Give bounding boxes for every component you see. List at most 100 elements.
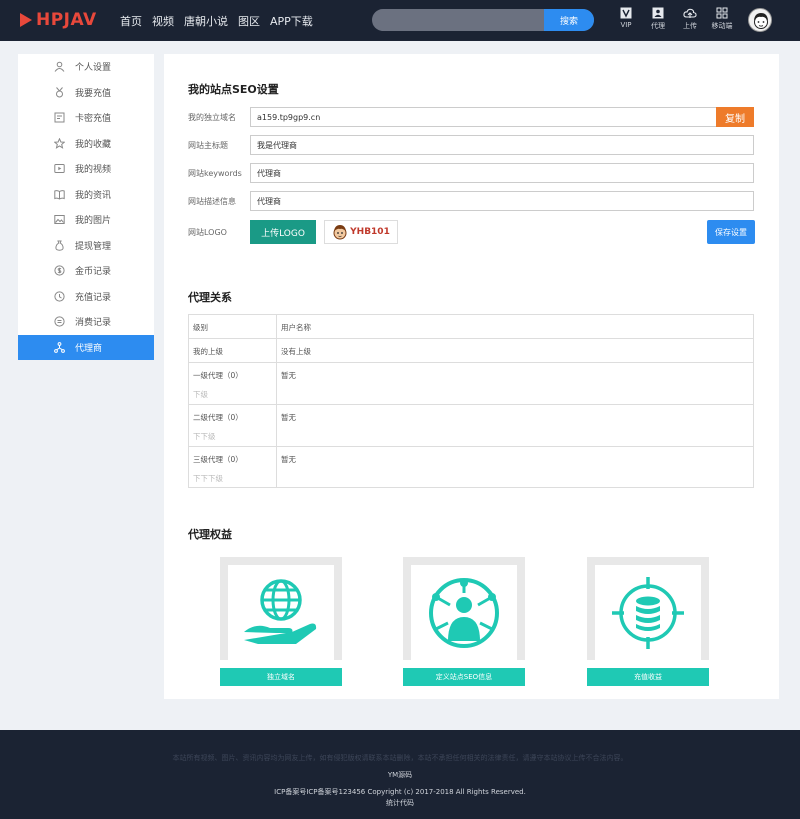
agency-table: 级别 用户名称 我的上级 没有上级 一级代理（0） 下级 暂无 二级代理（0） 下下… bbox=[188, 314, 754, 488]
search-bar: 搜索 bbox=[372, 9, 594, 31]
table-cell-level: 二级代理（0） 下下级 bbox=[188, 404, 277, 447]
image-icon bbox=[54, 215, 65, 225]
star-icon bbox=[54, 137, 65, 149]
avatar[interactable] bbox=[748, 8, 772, 32]
agency-section-title: 代理关系 bbox=[188, 291, 232, 304]
benefit-image-frame bbox=[587, 557, 709, 660]
benefit-label: 充值收益 bbox=[587, 668, 709, 686]
sidebar-item-withdraw[interactable]: 提现管理 bbox=[18, 233, 154, 259]
upload-cloud-icon bbox=[683, 8, 697, 18]
footer-brand[interactable]: YM源码 bbox=[0, 770, 800, 780]
main-nav: 首页 视频 唐朝小说 图区 APP下载 bbox=[120, 13, 313, 29]
header-upload[interactable]: 上传 bbox=[677, 7, 703, 31]
header-mobile-label: 移动端 bbox=[711, 22, 733, 30]
sidebar-item-favorites[interactable]: 我的收藏 bbox=[18, 131, 154, 157]
sidebar-item-my-news[interactable]: 我的资讯 bbox=[18, 182, 154, 208]
sidebar: 个人设置 我要充值 卡密充值 我的收藏 我的视频 我的资讯 我的图片 提现管理 … bbox=[18, 54, 154, 360]
description-row: 网站描述信息 bbox=[188, 191, 754, 211]
header-vip[interactable]: VIP bbox=[613, 7, 639, 31]
book-icon bbox=[54, 189, 65, 200]
seo-section-title: 我的站点SEO设置 bbox=[188, 83, 279, 96]
receipt-icon bbox=[54, 316, 65, 327]
table-cell-level: 一级代理（0） 下级 bbox=[188, 362, 277, 405]
mascot-icon bbox=[333, 225, 347, 240]
nav-app-download[interactable]: APP下载 bbox=[270, 13, 313, 29]
main-panel: 我的站点SEO设置 我的独立域名 复制 网站主标题 网站keywords 网站描… bbox=[164, 54, 779, 699]
upload-logo-button[interactable]: 上传LOGO bbox=[250, 220, 316, 244]
table-cell-sub[interactable]: 下下级 bbox=[193, 431, 272, 442]
copy-button[interactable]: 复制 bbox=[716, 107, 754, 127]
keywords-input[interactable] bbox=[250, 163, 754, 183]
sidebar-item-recharge[interactable]: 我要充值 bbox=[18, 80, 154, 106]
sidebar-item-label: 个人设置 bbox=[75, 63, 112, 74]
sidebar-item-label: 我的资讯 bbox=[75, 190, 112, 201]
database-target-icon bbox=[612, 576, 684, 649]
globe-hand-icon bbox=[244, 578, 317, 644]
sidebar-item-label: 我的图片 bbox=[75, 216, 112, 227]
table-cell-sub[interactable]: 下级 bbox=[193, 389, 272, 400]
table-cell-value: 暂无 bbox=[276, 404, 754, 447]
description-input[interactable] bbox=[250, 191, 754, 211]
grid-icon bbox=[716, 7, 728, 19]
benefit-image bbox=[595, 565, 701, 660]
sidebar-item-recharge-records[interactable]: 充值记录 bbox=[18, 284, 154, 310]
table-cell-value: 没有上级 bbox=[276, 338, 754, 363]
keywords-row: 网站keywords bbox=[188, 163, 754, 183]
save-settings-button[interactable]: 保存设置 bbox=[707, 220, 755, 244]
benefit-image bbox=[411, 565, 517, 660]
domain-label: 我的独立域名 bbox=[188, 113, 236, 122]
avatar-face-icon bbox=[754, 13, 768, 29]
nav-videos[interactable]: 视频 bbox=[152, 13, 174, 29]
sidebar-item-my-images[interactable]: 我的图片 bbox=[18, 207, 154, 233]
footer-stats: 统计代码 bbox=[386, 799, 414, 807]
header-agent[interactable]: 代理 bbox=[645, 7, 671, 31]
sidebar-item-label: 代理商 bbox=[75, 343, 103, 354]
nav-gallery[interactable]: 图区 bbox=[238, 13, 260, 29]
table-cell-sub[interactable]: 下下下级 bbox=[193, 473, 272, 484]
domain-input[interactable] bbox=[250, 107, 754, 127]
sidebar-item-label: 卡密充值 bbox=[75, 114, 112, 125]
table-cell-level: 三级代理（0） 下下下级 bbox=[188, 446, 277, 488]
benefit-image bbox=[228, 565, 334, 660]
sidebar-item-label: 我的视频 bbox=[75, 165, 112, 176]
header-vip-label: VIP bbox=[620, 21, 632, 29]
search-button[interactable]: 搜索 bbox=[544, 9, 594, 31]
table-row: 我的上级 没有上级 bbox=[188, 338, 754, 363]
medal-icon bbox=[56, 86, 63, 98]
sidebar-item-agent[interactable]: 代理商 bbox=[18, 334, 154, 360]
table-cell-value: 暂无 bbox=[276, 446, 754, 488]
table-cell-level: 我的上级 bbox=[188, 338, 277, 363]
logo-text: HPJAV bbox=[36, 10, 97, 30]
top-header: HPJAV 首页 视频 唐朝小说 图区 APP下载 搜索 VIP 代理 上传 移… bbox=[0, 0, 800, 41]
site-title-label: 网站主标题 bbox=[188, 141, 228, 150]
vip-icon bbox=[620, 7, 632, 19]
table-header-row: 级别 用户名称 bbox=[188, 314, 754, 339]
footer-disclaimer: 本站所有视频、图片、资讯内容均为网友上传，如有侵犯版权请联系本站删除，本站不承担… bbox=[172, 754, 628, 762]
table-cell-value: 暂无 bbox=[276, 362, 754, 405]
sidebar-item-personal-settings[interactable]: 个人设置 bbox=[18, 54, 154, 80]
site-logo[interactable]: HPJAV bbox=[20, 10, 97, 30]
footer-copyright: ICP备案号ICP备案号123456 Copyright (c) 2017-20… bbox=[274, 788, 526, 796]
table-header-username: 用户名称 bbox=[276, 314, 754, 339]
footer: 本站所有视频、图片、资讯内容均为网友上传，如有侵犯版权请联系本站删除，本站不承担… bbox=[0, 730, 800, 819]
benefit-image-frame bbox=[220, 557, 342, 660]
header-mobile[interactable]: 移动端 bbox=[709, 7, 735, 31]
sidebar-item-label: 消费记录 bbox=[75, 318, 112, 329]
logo-preview: YHB101 bbox=[324, 220, 398, 244]
table-header-level: 级别 bbox=[188, 314, 277, 339]
site-title-input[interactable] bbox=[250, 135, 754, 155]
sidebar-item-card-recharge[interactable]: 卡密充值 bbox=[18, 105, 154, 131]
keywords-label: 网站keywords bbox=[188, 169, 242, 178]
money-bag-icon bbox=[55, 240, 64, 251]
nav-home[interactable]: 首页 bbox=[120, 13, 142, 29]
sidebar-item-coin-records[interactable]: 金币记录 bbox=[18, 258, 154, 284]
search-input[interactable] bbox=[372, 9, 544, 31]
sidebar-item-my-videos[interactable]: 我的视频 bbox=[18, 156, 154, 182]
sidebar-item-label: 提现管理 bbox=[75, 241, 112, 252]
logo-play-icon bbox=[20, 13, 32, 27]
header-upload-label: 上传 bbox=[683, 22, 697, 30]
sidebar-item-consumption-records[interactable]: 消费记录 bbox=[18, 309, 154, 335]
nav-novels[interactable]: 唐朝小说 bbox=[184, 13, 228, 29]
domain-row: 我的独立域名 复制 bbox=[188, 107, 754, 127]
table-row: 一级代理（0） 下级 暂无 bbox=[188, 362, 754, 405]
